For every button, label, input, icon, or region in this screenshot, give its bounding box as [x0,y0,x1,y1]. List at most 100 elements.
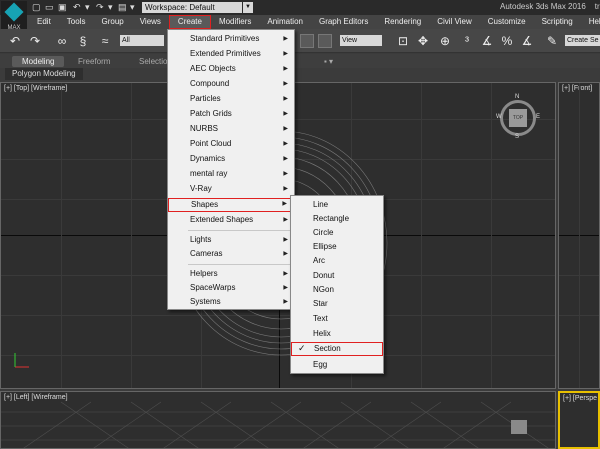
save-icon[interactable]: ▣ [58,2,67,12]
menu-separator [188,264,292,265]
spinner-snap-icon[interactable]: ∡ [520,34,534,48]
select-and-rotate-icon[interactable] [318,34,332,48]
viewcube-top-face[interactable]: TOP [509,109,527,127]
workspace-selector[interactable]: Workspace: Default [142,2,242,13]
viewport-front[interactable]: [+] [Front] [558,82,600,389]
menu-item-extended-primitives[interactable]: Extended Primitives ▶ [168,47,294,61]
menu-item-particles[interactable]: Particles ▶ [168,92,294,106]
compass-north-label: N [515,94,520,100]
redo-icon[interactable]: ↷ [96,2,104,12]
viewcube[interactable]: TOP N W E S [496,94,541,140]
undo-dropdown-icon[interactable]: ▾ [85,2,90,12]
submenu-arrow-icon: ▶ [283,141,288,147]
angle-snap-icon[interactable]: ∡ [480,34,494,48]
menu-create[interactable]: Create [168,15,211,29]
menu-group[interactable]: Group [93,15,131,29]
shape-item-circle[interactable]: Circle [291,226,383,240]
submenu-arrow-icon: ▶ [283,81,288,87]
link-icon[interactable]: ∞ [55,34,69,48]
tab-freeform[interactable]: Freeform [78,56,110,67]
project-folder-icon[interactable]: ▤ [118,2,127,12]
menu-item-aec-objects[interactable]: AEC Objects ▶ [168,62,294,76]
shape-item-rectangle[interactable]: Rectangle [291,212,383,226]
menu-item-compound[interactable]: Compound ▶ [168,77,294,91]
create-selection-set[interactable]: Create Se [565,35,600,46]
redo-dropdown-icon[interactable]: ▾ [108,2,113,12]
menu-animation[interactable]: Animation [259,15,311,29]
select-and-move-icon[interactable] [300,34,314,48]
shape-item-star[interactable]: Star [291,297,383,311]
menu-civil-view[interactable]: Civil View [429,15,480,29]
shape-item-donut[interactable]: Donut [291,269,383,283]
menu-customize[interactable]: Customize [480,15,534,29]
bind-spacewarp-icon[interactable]: ≈ [98,34,112,48]
menu-item-point-cloud[interactable]: Point Cloud ▶ [168,137,294,151]
undo-toolbar-icon[interactable]: ↶ [8,34,22,48]
viewport-label-front[interactable]: [+] [Front] [562,85,592,92]
compass-east-label: E [536,114,541,120]
use-pivot-icon[interactable]: ⊡ [396,34,410,48]
menu-item-standard-primitives[interactable]: Standard Primitives ▶ [168,32,294,46]
workspace-dropdown-icon[interactable]: ▼ [243,2,253,13]
menu-modifiers[interactable]: Modifiers [211,15,259,29]
app-window: ▢ ▭ ▣ ↶ ▾ ↷ ▾ ▤ ▾ Workspace: Default ▼ A… [0,0,600,449]
menu-views[interactable]: Views [132,15,169,29]
selection-filter-dropdown[interactable]: All [120,35,164,46]
edit-named-selection-icon[interactable]: ✎ [545,34,559,48]
project-dropdown-icon[interactable]: ▾ [130,2,135,12]
menu-item-helpers[interactable]: Helpers ▶ [168,267,294,281]
shape-item-arc[interactable]: Arc [291,254,383,268]
keyboard-shortcut-icon[interactable]: ⊕ [438,34,452,48]
open-file-icon[interactable]: ▭ [45,2,54,12]
viewport-left[interactable]: [+] [Left] [Wireframe] [0,391,556,449]
tab-modeling[interactable]: Modeling [12,56,65,67]
menu-help[interactable]: Help [581,15,600,29]
redo-toolbar-icon[interactable]: ↷ [28,34,42,48]
select-manipulate-icon[interactable]: ✥ [416,34,430,48]
submenu-arrow-icon: ▶ [283,299,288,305]
max-logo-icon [4,2,24,22]
window-title: Autodesk 3ds Max 2016 tree_m [500,2,600,11]
menu-item-extended-shapes[interactable]: Extended Shapes ▶ [168,213,294,227]
viewport-label-perspective[interactable]: [+] [Perspe [563,395,597,402]
ribbon-options-icon[interactable]: ▪ ▾ [324,56,333,67]
submenu-arrow-icon: ▶ [283,217,288,223]
menu-graph-editors[interactable]: Graph Editors [311,15,376,29]
reference-coord-dropdown[interactable]: View [340,35,382,46]
menu-item-v-ray[interactable]: V-Ray ▶ [168,182,294,196]
shape-item-section[interactable]: ✓ Section [291,342,383,356]
undo-icon[interactable]: ↶ [73,2,81,12]
new-file-icon[interactable]: ▢ [32,2,41,12]
menu-item-nurbs[interactable]: NURBS ▶ [168,122,294,136]
viewport-label-left[interactable]: [+] [Left] [Wireframe] [4,394,68,401]
menu-item-spacewarps[interactable]: SpaceWarps ▶ [168,281,294,295]
unlink-icon[interactable]: § [76,34,90,48]
shape-item-line[interactable]: Line [291,198,383,212]
menu-item-shapes[interactable]: Shapes ▶ [168,198,294,212]
snaps-toggle-icon[interactable]: ³ [460,34,474,48]
menu-item-patch-grids[interactable]: Patch Grids ▶ [168,107,294,121]
viewport-perspective[interactable]: [+] [Perspe [558,391,600,449]
menu-item-cameras[interactable]: Cameras ▶ [168,247,294,261]
submenu-arrow-icon: ▶ [283,186,288,192]
menu-item-dynamics[interactable]: Dynamics ▶ [168,152,294,166]
menu-rendering[interactable]: Rendering [376,15,429,29]
menu-item-lights[interactable]: Lights ▶ [168,233,294,247]
shape-item-egg[interactable]: Egg [291,358,383,372]
shape-item-ngon[interactable]: NGon [291,283,383,297]
percent-snap-icon[interactable]: % [500,34,514,48]
submenu-arrow-icon: ▶ [283,156,288,162]
shape-item-text[interactable]: Text [291,312,383,326]
menu-item-systems[interactable]: Systems ▶ [168,295,294,309]
menu-item-mental-ray[interactable]: mental ray ▶ [168,167,294,181]
viewcube-left-icon[interactable] [511,420,527,434]
submenu-arrow-icon: ▶ [283,111,288,117]
shape-item-ellipse[interactable]: Ellipse [291,240,383,254]
ribbon-panel-polygon-modeling[interactable]: Polygon Modeling [5,68,83,80]
menu-scripting[interactable]: Scripting [534,15,581,29]
menu-edit[interactable]: Edit [27,15,59,29]
shape-item-helix[interactable]: Helix [291,327,383,341]
submenu-arrow-icon: ▶ [283,171,288,177]
viewport-label-top[interactable]: [+] [Top] [Wireframe] [4,85,67,92]
menu-tools[interactable]: Tools [59,15,94,29]
